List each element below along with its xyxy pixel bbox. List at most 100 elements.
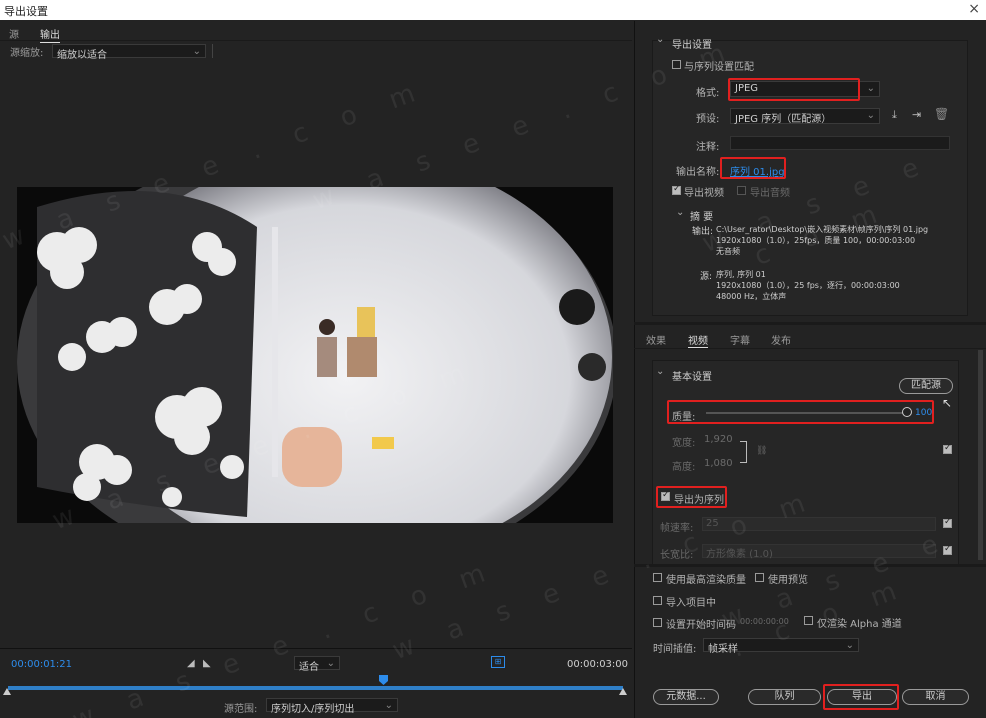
match-sequence-label: 与序列设置匹配: [684, 62, 754, 73]
comments-input[interactable]: [730, 136, 950, 150]
queue-button[interactable]: 队列: [748, 689, 821, 705]
preset-value: JPEG 序列（匹配源）: [735, 114, 832, 125]
summary-output-label: 输出:: [692, 227, 714, 237]
summary-output-line: C:\User_rator\Desktop\嵌入视频素材\帧序列\序列 01.j…: [716, 225, 929, 234]
basic-settings-header: 基本设置: [672, 372, 712, 383]
width-height-checkbox[interactable]: [943, 443, 952, 454]
width-value[interactable]: 1,920: [704, 434, 733, 445]
source-range-value: 序列切入/序列切出: [271, 704, 355, 715]
format-label: 格式:: [696, 88, 720, 99]
start-timecode-label: 设置开始时间码: [666, 620, 736, 631]
render-alpha-checkbox[interactable]: [804, 616, 813, 625]
time-interp-value: 帧采样: [708, 644, 738, 655]
highlight-box: [728, 78, 860, 101]
divider: [634, 322, 986, 325]
source-scale-value: 缩放以适合: [57, 50, 107, 61]
start-timecode-value[interactable]: 00:00:00:00: [740, 617, 789, 626]
tab-publish[interactable]: 发布: [771, 332, 791, 347]
close-icon[interactable]: ×: [968, 1, 980, 17]
chevron-down-icon: ⌄: [866, 83, 875, 94]
import-project-checkbox[interactable]: [653, 596, 662, 605]
metadata-button[interactable]: 元数据...: [653, 689, 719, 705]
aspect-checkbox[interactable]: [943, 544, 952, 555]
match-source-button[interactable]: 匹配源: [899, 378, 953, 394]
chevron-down-icon: ⌄: [384, 700, 393, 711]
in-point-icon[interactable]: [3, 688, 11, 695]
use-previews-label: 使用预览: [768, 575, 808, 586]
source-range-select[interactable]: 序列切入/序列切出 ⌄: [266, 698, 398, 715]
import-preset-icon[interactable]: ⇥: [912, 108, 921, 121]
mark-out-icon[interactable]: ◣: [203, 658, 211, 669]
highlight-box: [656, 486, 727, 508]
export-video-checkbox[interactable]: [672, 184, 681, 195]
chevron-down-icon[interactable]: ⌄: [656, 34, 664, 45]
export-audio-checkbox[interactable]: [737, 186, 746, 195]
current-timecode[interactable]: 00:00:01:21: [11, 659, 72, 670]
max-render-checkbox[interactable]: [653, 573, 662, 582]
tab-video[interactable]: 视频: [688, 332, 708, 348]
mark-in-icon[interactable]: ◢: [187, 658, 195, 669]
chevron-down-icon[interactable]: ⌄: [676, 207, 684, 218]
preview-tabs: 源 输出: [0, 21, 632, 43]
save-preset-icon[interactable]: ⤓: [892, 108, 897, 122]
title-bar: 导出设置 ×: [0, 0, 986, 20]
window-title: 导出设置: [4, 5, 48, 18]
source-scale-label: 源缩放:: [10, 48, 44, 59]
highlight-box: [823, 684, 899, 710]
end-timecode: 00:00:03:00: [567, 659, 629, 670]
source-range-label: 源范围:: [224, 704, 258, 715]
out-point-icon[interactable]: [619, 688, 627, 695]
aspect-label: 长宽比:: [660, 550, 694, 561]
time-interp-select[interactable]: 帧采样 ⌄: [703, 638, 859, 655]
summary-source-line: 1920x1080（1.0），25 fps，逐行，00:00:03:00: [716, 281, 900, 290]
delete-preset-icon[interactable]: 🗑: [934, 107, 949, 121]
render-alpha-label: 仅渲染 Alpha 通道: [817, 619, 902, 630]
export-audio-label: 导出音频: [750, 188, 790, 199]
match-sequence-checkbox[interactable]: [672, 60, 681, 69]
fit-select[interactable]: 适合 ⌄: [294, 656, 340, 673]
divider: [212, 44, 213, 58]
fit-value: 适合: [299, 662, 319, 673]
comments-label: 注释:: [696, 142, 720, 153]
divider: [634, 348, 986, 349]
chevron-down-icon: ⌄: [866, 110, 875, 121]
start-timecode-checkbox[interactable]: [653, 618, 662, 627]
preset-label: 预设:: [696, 114, 720, 125]
max-render-label: 使用最高渲染质量: [666, 575, 746, 586]
fisheye-frame-image: [17, 187, 613, 523]
aspect-value: 方形像素 (1.0): [706, 549, 773, 560]
export-video-label: 导出视频: [684, 188, 724, 199]
summary-source-text: 序列, 序列 01 1920x1080（1.0），25 fps，逐行，00:00…: [716, 269, 900, 302]
summary-output-text: C:\User_rator\Desktop\嵌入视频素材\帧序列\序列 01.j…: [716, 224, 928, 257]
frame-rate-field[interactable]: 25: [702, 517, 936, 531]
source-scale-select[interactable]: 缩放以适合 ⌄: [52, 44, 206, 61]
tab-effects[interactable]: 效果: [646, 332, 666, 347]
frame-rate-value: 25: [706, 518, 719, 529]
chain-link-icon[interactable]: ⛓: [756, 446, 767, 456]
height-value[interactable]: 1,080: [704, 458, 733, 469]
summary-header: 摘 要: [690, 212, 714, 223]
summary-source-line: 48000 Hz，立体声: [716, 292, 787, 301]
tab-captions[interactable]: 字幕: [730, 332, 750, 347]
link-bracket: [740, 441, 747, 463]
chevron-down-icon[interactable]: ⌄: [656, 366, 664, 377]
aspect-field[interactable]: 方形像素 (1.0): [702, 544, 936, 560]
preset-select[interactable]: JPEG 序列（匹配源） ⌄: [730, 108, 880, 125]
scrollbar[interactable]: [978, 350, 983, 560]
divider: [0, 40, 632, 41]
height-label: 高度:: [672, 462, 696, 473]
frame-rate-checkbox[interactable]: [943, 517, 952, 528]
summary-source-label: 源:: [700, 272, 713, 282]
export-settings-header: 导出设置: [672, 40, 712, 51]
summary-output-line: 无音频: [716, 247, 740, 256]
video-preview: [17, 187, 613, 523]
divider: [634, 564, 986, 567]
timeline-scrubber[interactable]: [8, 686, 623, 690]
cancel-button[interactable]: 取消: [902, 689, 969, 705]
highlight-box: [720, 157, 786, 179]
use-previews-checkbox[interactable]: [755, 573, 764, 582]
tab-source[interactable]: 源: [9, 26, 19, 41]
summary-source-line: 序列, 序列 01: [716, 270, 766, 279]
highlight-box: [667, 400, 934, 424]
crop-icon[interactable]: ⊞: [491, 656, 505, 668]
